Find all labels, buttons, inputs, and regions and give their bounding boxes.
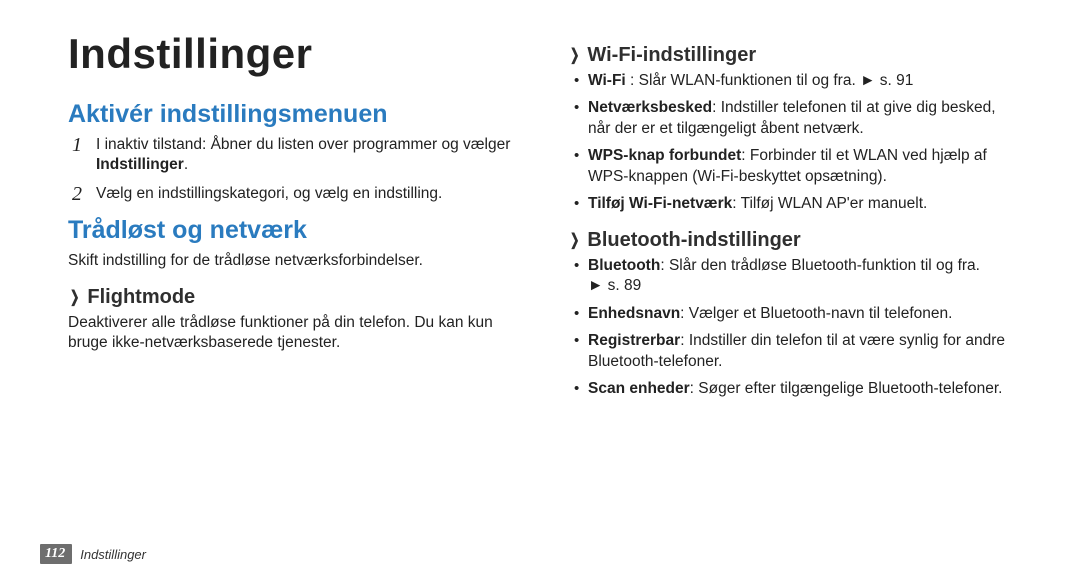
- chevron-right-icon: ❯: [570, 45, 579, 65]
- step-item: 2 Vælg en indstillingskategori, og vælg …: [68, 184, 520, 204]
- list-item: Wi-Fi : Slår WLAN-funktionen til og fra.…: [574, 71, 1020, 91]
- step-text: Vælg en indstillingskategori, og vælg en…: [96, 184, 442, 204]
- wifi-list: Wi-Fi : Slår WLAN-funktionen til og fra.…: [568, 71, 1020, 215]
- page-reference: ► s. 89: [588, 276, 641, 296]
- list-item: Bluetooth: Slår den trådløse Bluetooth-f…: [574, 256, 1020, 297]
- section-heading-wireless: Trådløst og netværk: [68, 216, 520, 245]
- list-item: WPS-knap forbundet: Forbinder til et WLA…: [574, 146, 1020, 187]
- page-title: Indstillinger: [68, 30, 520, 78]
- step-text: I inaktiv tilstand: Åbner du listen over…: [96, 135, 520, 176]
- flightmode-body: Deaktiverer alle trådløse funktioner på …: [68, 313, 520, 354]
- subheading-wifi: ❯Wi-Fi-indstillinger: [568, 44, 1020, 67]
- step-number: 1: [68, 135, 86, 176]
- section-heading-activate: Aktivér indstillingsmenuen: [68, 100, 520, 129]
- page-reference: ► s. 91: [860, 71, 913, 91]
- subheading-bluetooth: ❯Bluetooth-indstillinger: [568, 229, 1020, 252]
- chevron-right-icon: ❯: [570, 230, 579, 250]
- list-item: Tilføj Wi-Fi-netværk: Tilføj WLAN AP'er …: [574, 194, 1020, 214]
- section-intro: Skift indstilling for de trådløse netvær…: [68, 251, 520, 271]
- footer-label: Indstillinger: [80, 547, 146, 562]
- subheading-flightmode: ❯Flightmode: [68, 286, 520, 309]
- list-item: Scan enheder: Søger efter tilgængelige B…: [574, 379, 1020, 399]
- page-number: 112: [40, 544, 72, 564]
- page-footer: 112 Indstillinger: [40, 544, 146, 564]
- list-item: Enhedsnavn: Vælger et Bluetooth-navn til…: [574, 304, 1020, 324]
- list-item: Registrerbar: Indstiller din telefon til…: [574, 331, 1020, 372]
- document-page: Indstillinger Aktivér indstillingsmenuen…: [0, 0, 1080, 586]
- step-item: 1 I inaktiv tilstand: Åbner du listen ov…: [68, 135, 520, 176]
- bluetooth-list: Bluetooth: Slår den trådløse Bluetooth-f…: [568, 256, 1020, 400]
- step-number: 2: [68, 184, 86, 204]
- numbered-steps: 1 I inaktiv tilstand: Åbner du listen ov…: [68, 135, 520, 204]
- chevron-right-icon: ❯: [70, 287, 79, 307]
- columns: Indstillinger Aktivér indstillingsmenuen…: [68, 30, 1020, 406]
- left-column: Indstillinger Aktivér indstillingsmenuen…: [68, 30, 520, 406]
- right-column: ❯Wi-Fi-indstillinger Wi-Fi : Slår WLAN-f…: [568, 30, 1020, 406]
- list-item: Netværksbesked: Indstiller telefonen til…: [574, 98, 1020, 139]
